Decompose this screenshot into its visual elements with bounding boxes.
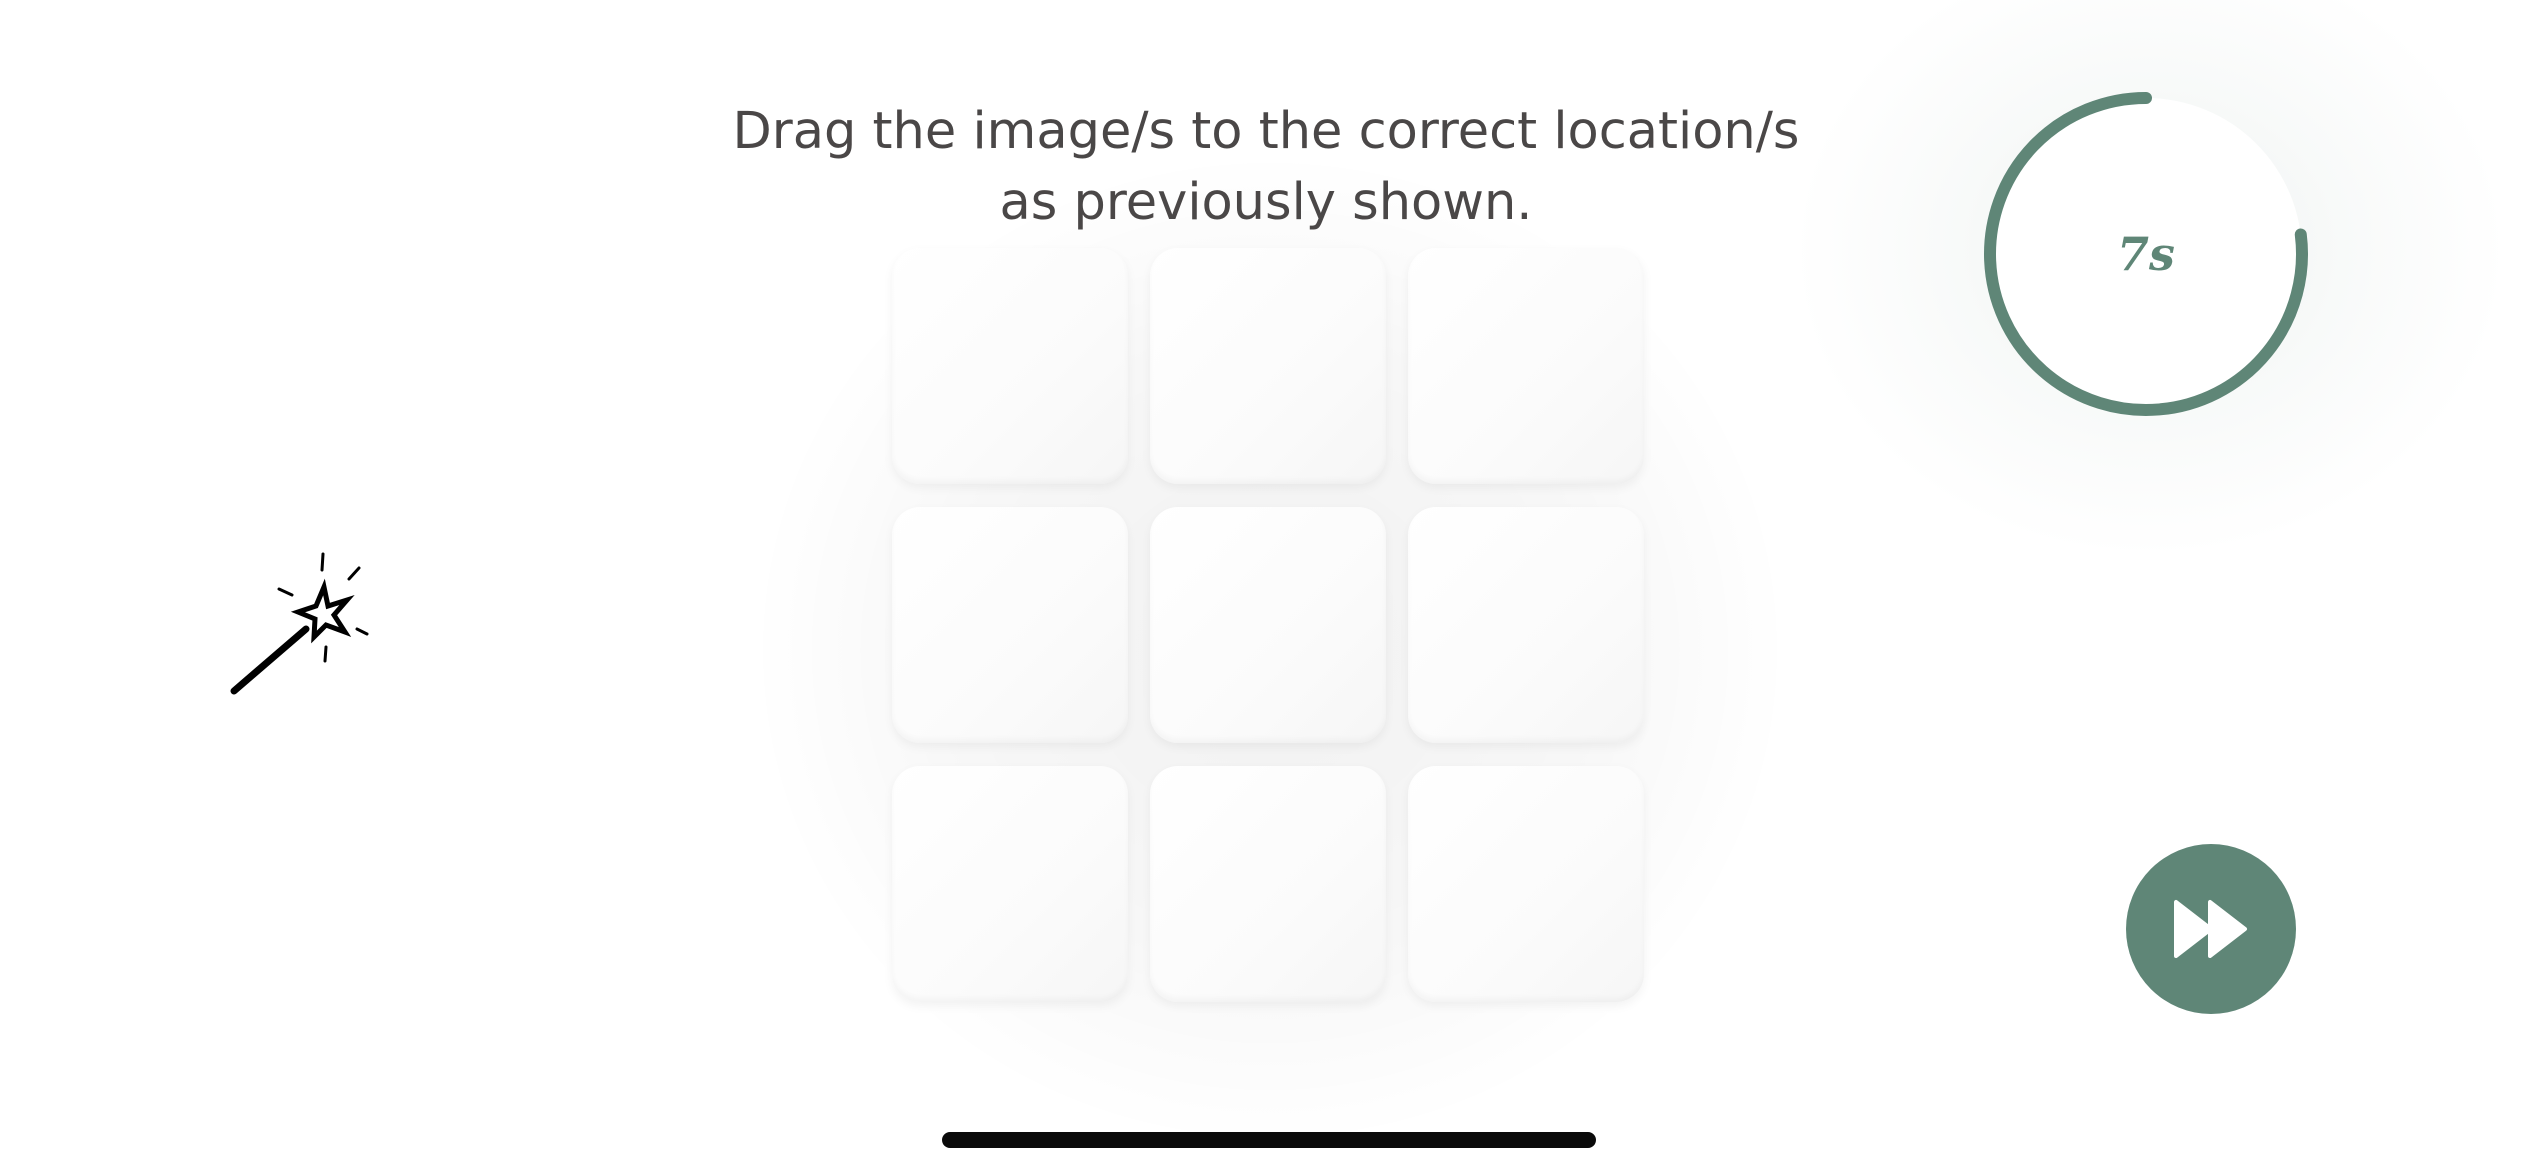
drop-slot-r2c1[interactable]: [892, 507, 1128, 743]
magic-wand-svg: [230, 552, 369, 695]
instruction-line-2: as previously shown.: [999, 173, 1533, 232]
drop-slot-r3c2[interactable]: [1150, 766, 1386, 1002]
drop-slot-r1c1[interactable]: [892, 248, 1128, 484]
skip-button[interactable]: [2126, 844, 2296, 1014]
home-indicator[interactable]: [942, 1132, 1596, 1148]
drop-grid: [892, 248, 1644, 1002]
drop-slot-r1c3[interactable]: [1408, 248, 1644, 484]
fast-forward-icon: [2174, 900, 2247, 958]
drop-slot-r3c1[interactable]: [892, 766, 1128, 1002]
timer-label: 7s: [2117, 227, 2175, 281]
magic-wand-icon[interactable]: [220, 540, 380, 700]
instruction-line-1: Drag the image/s to the correct location…: [732, 102, 1800, 161]
countdown-timer: 7s: [1976, 84, 2316, 424]
instruction-text: Drag the image/s to the correct location…: [666, 96, 1866, 238]
drop-slot-r1c2[interactable]: [1150, 248, 1386, 484]
drop-slot-r2c3[interactable]: [1408, 507, 1644, 743]
drop-slot-r2c2[interactable]: [1150, 507, 1386, 743]
drop-slot-r3c3[interactable]: [1408, 766, 1644, 1002]
